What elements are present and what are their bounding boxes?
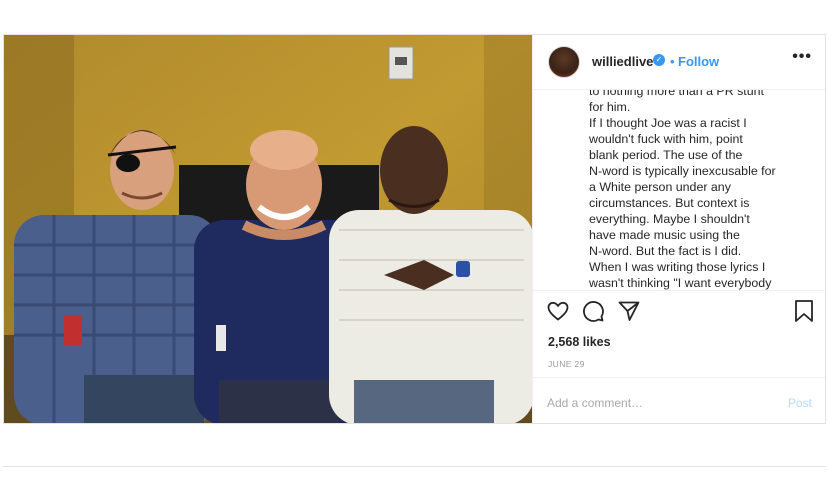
caption-line: blank period. The use of the [589,148,743,162]
comment-icon[interactable] [581,299,605,328]
post-date[interactable]: JUNE 29 [548,359,585,369]
post-sidebar: williedlive ✓ • Follow ••• to nothing mo… [532,35,825,423]
caption-line: wasn't thinking "I want everybody [589,276,772,290]
username-link[interactable]: williedlive [592,54,653,69]
page-divider [3,466,826,467]
caption-line: When I was writing those lyrics I [589,260,766,274]
follow-button[interactable]: Follow [678,54,719,69]
caption-line: If I thought Joe was a racist I [589,116,747,130]
caption-line: N-word. But the fact is I did. [589,244,742,258]
more-options-icon[interactable]: ••• [792,48,812,66]
caption-scroll-area[interactable]: to nothing more than a PR stunt for him. I… [589,90,789,290]
post-photo[interactable] [4,35,532,423]
caption-text: to nothing more than a PR stunt for him. I… [589,90,776,290]
post-comment-button[interactable]: Post [788,396,812,410]
caption-line: to nothing more than a PR stunt [589,90,764,98]
share-icon[interactable] [617,299,641,328]
comment-input[interactable] [547,396,747,410]
caption-line: everything. Maybe I shouldn't [589,212,750,226]
caption-line: N-word is typically inexcusable for [589,164,776,178]
likes-count[interactable]: 2,568 likes [548,335,611,349]
caption-line: a White person under any [589,180,731,194]
header-separator: • [670,54,675,69]
instagram-post-card: williedlive ✓ • Follow ••• to nothing mo… [3,34,826,424]
avatar[interactable] [548,46,580,78]
comment-bar: Post [533,377,825,423]
verified-badge-icon: ✓ [653,54,665,66]
bookmark-icon[interactable] [793,299,815,328]
caption-line: for him. [589,100,631,114]
post-actions: 2,568 likes JUNE 29 Post [533,290,825,423]
caption-line: have made music using the [589,228,740,242]
caption-line: wouldn't fuck with him, point [589,132,743,146]
post-header: williedlive ✓ • Follow ••• [533,35,825,90]
heart-icon[interactable] [546,299,570,328]
caption-line: circumstances. But context is [589,196,750,210]
